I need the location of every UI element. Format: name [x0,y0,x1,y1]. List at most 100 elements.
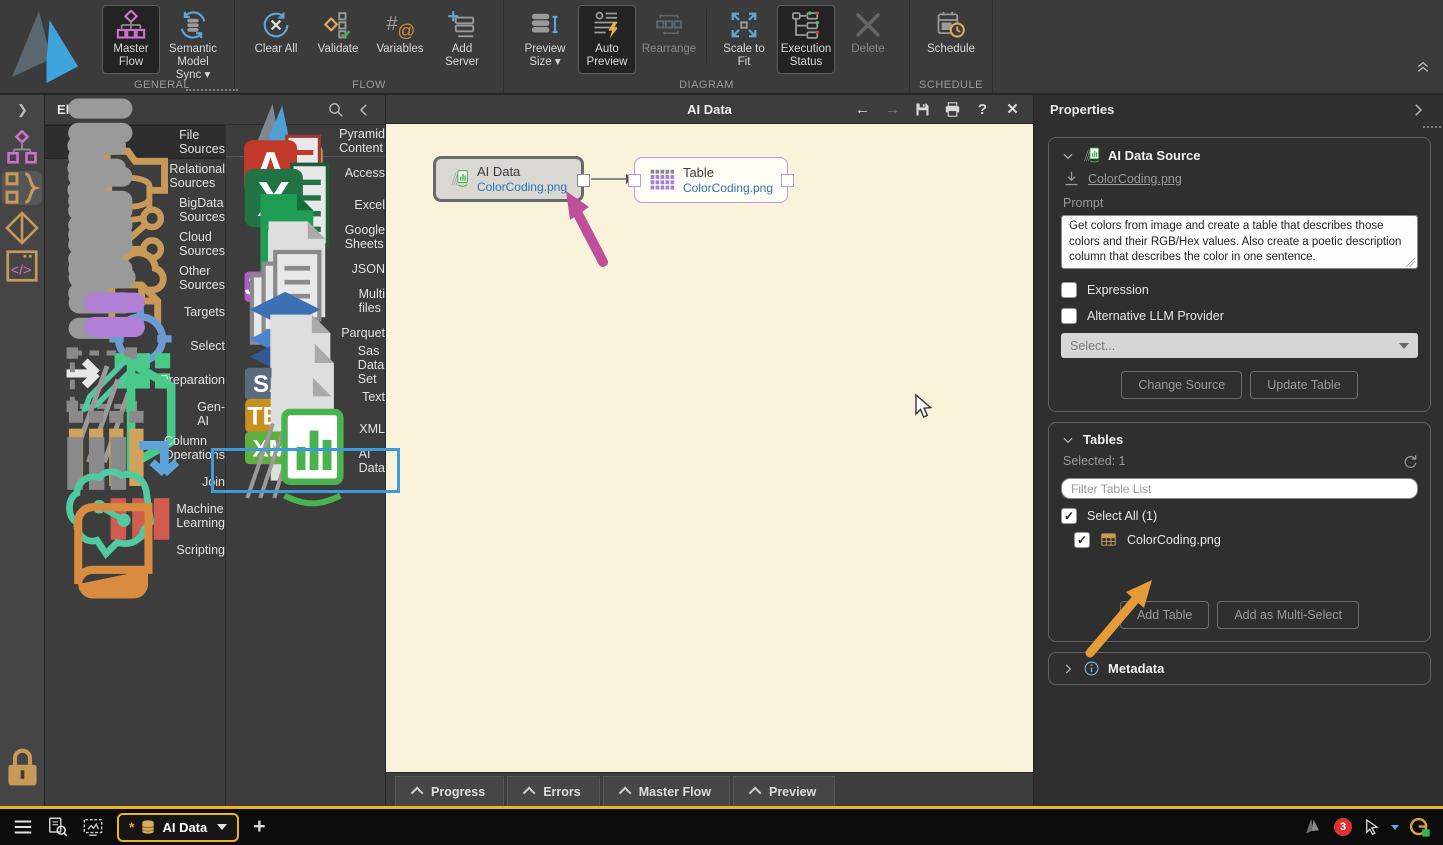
elements-panel: Elements File Sources Relational Sources [45,95,385,806]
dock-tab-progress[interactable]: Progress [395,776,504,806]
add-table-button[interactable]: Add Table [1120,601,1209,629]
chevron-right-icon[interactable] [1061,662,1075,676]
source-file-link[interactable]: ColorCoding.png [1088,172,1182,186]
select-all-label: Select All (1) [1087,509,1157,523]
alt-llm-checkbox-row[interactable]: Alternative LLM Provider [1061,308,1418,324]
schedule-button[interactable]: Schedule [922,5,980,61]
content-search-icon[interactable] [47,816,69,838]
button-label: Rearrange [642,43,696,56]
properties-panel: Properties AI Data Source ColorCoding.pn… [1033,95,1443,806]
canvas-board-icon[interactable] [82,816,104,838]
validate-button[interactable]: Validate [309,5,367,61]
input-port[interactable] [628,174,641,187]
auto-preview-button[interactable]: Auto Preview [578,5,636,74]
status-icon[interactable] [1409,816,1431,838]
collapse-panel-icon[interactable] [355,101,373,119]
node-ai-data[interactable]: AI Data ColorCoding.png [433,156,584,202]
chevron-up-icon [411,787,424,800]
output-port[interactable] [577,174,590,187]
chevron-down-icon[interactable] [217,824,227,830]
update-table-button[interactable]: Update Table [1250,371,1357,399]
collapse-properties-icon[interactable] [1409,101,1427,119]
close-icon[interactable]: ✕ [1004,101,1021,118]
metadata-section[interactable]: Metadata [1048,652,1431,685]
rail-scripting[interactable]: </> [4,251,40,281]
tables-section-title: Tables [1083,432,1123,447]
alt-llm-checkbox[interactable] [1061,308,1077,324]
semantic-model-sync-button[interactable]: Semantic Model Sync ▾ [164,5,222,88]
properties-grip[interactable] [1423,126,1443,128]
lock-icon[interactable] [0,745,45,790]
document-tab-ai-data[interactable]: * AI Data [117,813,239,842]
dock-tab-master-flow[interactable]: Master Flow [603,776,730,806]
preview-size-button[interactable]: Preview Size ▾ [516,5,574,74]
back-icon[interactable]: ← [854,101,871,118]
canvas-body[interactable]: AI Data ColorCoding.png Table ColorCodin… [386,124,1033,772]
output-port[interactable] [781,174,794,187]
element-label: Sas Data Set [358,344,385,386]
add-multi-select-button[interactable]: Add as Multi-Select [1217,601,1359,629]
delete-button[interactable]: Delete [839,5,897,61]
app-logo[interactable] [0,0,90,93]
info-icon [1083,660,1100,677]
bottom-taskbar: * AI Data + 3 [0,809,1443,845]
save-icon[interactable] [914,101,931,118]
add-server-button[interactable]: Add Server [433,5,491,74]
node-subtitle: ColorCoding.png [683,181,773,195]
category-label: BigData Sources [179,196,225,224]
category-label: Scripting [176,543,225,557]
help-icon[interactable]: ? [974,101,991,118]
node-table[interactable]: Table ColorCoding.png [634,157,788,203]
select-all-checkbox[interactable]: ✓ [1061,508,1077,524]
schedule-icon [936,10,966,40]
category-scripting[interactable]: Scripting [45,533,225,567]
table-checkbox[interactable]: ✓ [1074,532,1090,548]
svg-text:</>: </> [11,262,32,278]
scale-to-fit-button[interactable]: Scale to Fit [715,5,773,74]
validate-icon [323,10,353,40]
rearrange-button[interactable]: Rearrange [640,5,698,61]
element-ai-data[interactable]: AI Data [226,445,385,477]
print-icon[interactable] [944,101,961,118]
chevron-down-icon[interactable] [1391,825,1399,830]
variables-button[interactable]: #@ Variables [371,5,429,61]
node-subtitle: ColorCoding.png [477,180,567,194]
expression-checkbox-row[interactable]: Expression [1061,282,1418,298]
rail-model[interactable] [4,213,40,243]
rail-expand-icon[interactable]: ❯ [0,95,45,125]
new-tab-button[interactable]: + [253,815,265,839]
button-label: Master Flow [105,43,157,69]
expression-checkbox[interactable] [1061,282,1077,298]
chevron-down-icon[interactable] [1061,433,1075,447]
select-all-row[interactable]: ✓ Select All (1) [1061,508,1418,524]
change-source-button[interactable]: Change Source [1121,371,1242,399]
master-flow-button[interactable]: Master Flow [102,5,160,74]
dock-tab-label: Progress [431,785,485,799]
node-connector [591,178,633,180]
table-row[interactable]: ✓ ColorCoding.png [1061,531,1418,548]
prompt-textarea[interactable]: Get colors from image and create a table… [1061,215,1418,269]
alt-llm-label: Alternative LLM Provider [1087,309,1224,323]
auto-preview-icon [592,10,622,40]
dock-tab-preview[interactable]: Preview [733,776,835,806]
clear-all-button[interactable]: Clear All [247,5,305,61]
category-label: Targets [184,305,225,319]
menu-icon[interactable] [12,816,34,838]
filter-table-input[interactable] [1061,478,1418,499]
rail-master-flow[interactable] [4,133,40,163]
execution-status-button[interactable]: Execution Status [777,5,835,74]
button-label: Schedule [927,43,975,56]
rail-data-flow[interactable] [2,171,42,205]
chevron-down-icon[interactable] [1061,149,1075,163]
collapse-ribbon-icon[interactable] [1413,58,1433,74]
forward-icon[interactable]: → [884,101,901,118]
dock-tab-errors[interactable]: Errors [507,776,600,806]
ribbon-grip[interactable] [186,89,238,91]
notification-badge[interactable]: 3 [1334,818,1352,836]
element-label: Pyramid Content [339,127,385,155]
llm-provider-select[interactable]: Select... [1061,333,1418,358]
download-icon[interactable] [1063,170,1080,187]
group-divider [706,9,707,63]
pointer-icon[interactable] [1362,818,1381,837]
refresh-icon[interactable] [1402,453,1418,469]
